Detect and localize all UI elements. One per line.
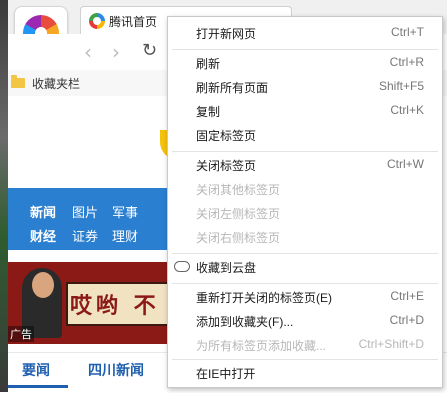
menu-item-label: 固定标签页 [196,129,257,143]
menu-item-add-to-favorites[interactable]: 添加到收藏夹(F)... Ctrl+D [168,309,442,333]
menu-separator [172,151,438,152]
menu-separator [172,253,438,254]
reload-icon[interactable]: ↻ [142,40,157,61]
nav-link[interactable]: 军事 [112,202,138,221]
back-icon[interactable]: ‹ [84,40,92,64]
menu-item-refresh-all[interactable]: 刷新所有页面 Shift+F5 [168,75,442,99]
folder-icon [11,75,25,88]
tab-title: 腾讯首页 [109,15,158,29]
menu-item-close-left-tabs: 关闭左侧标签页 [168,201,442,225]
menu-separator [172,359,438,360]
menu-item-shortcut: Shift+F5 [378,79,424,93]
menu-item-shortcut: Ctrl+R [389,55,424,69]
menu-separator [172,49,438,50]
menu-item-close-right-tabs: 关闭右侧标签页 [168,225,442,249]
menu-item-label: 刷新 [196,57,221,71]
menu-item-label: 打开新网页 [196,27,257,41]
menu-item-copy[interactable]: 复制 Ctrl+K [168,99,442,123]
nav-link[interactable]: 理财 [112,226,138,245]
menu-item-refresh[interactable]: 刷新 Ctrl+R [168,51,442,75]
active-tab-underline [8,385,68,388]
menu-item-save-to-cloud[interactable]: 收藏到云盘 [168,255,442,279]
qq-favicon-icon [89,13,105,29]
menu-item-pin-tab[interactable]: 固定标签页 [168,123,442,147]
tab-top-news[interactable]: 要闻 [22,360,50,380]
window-left-edge [0,0,8,392]
tab-sichuan-news[interactable]: 四川新闻 [88,360,144,380]
menu-item-shortcut: Ctrl+D [389,313,424,327]
menu-item-label: 关闭其他标签页 [196,183,281,197]
bookmarks-bar-label[interactable]: 收藏夹栏 [32,75,80,92]
menu-item-close-tab[interactable]: 关闭标签页 Ctrl+W [168,153,442,177]
nav-link[interactable]: 证券 [72,226,98,245]
menu-item-label: 添加到收藏夹(F)... [196,315,294,329]
menu-separator [172,283,438,284]
menu-item-bookmark-all-tabs: 为所有标签页添加收藏... Ctrl+Shift+D [168,333,442,357]
menu-item-label: 在IE中打开 [196,367,256,381]
menu-item-open-new-page[interactable]: 打开新网页 Ctrl+T [168,21,442,45]
menu-item-label: 关闭右侧标签页 [196,231,281,245]
nav-link[interactable]: 新闻 [30,202,56,221]
menu-item-label: 关闭左侧标签页 [196,207,281,221]
tab-context-menu: 打开新网页 Ctrl+T 刷新 Ctrl+R 刷新所有页面 Shift+F5 复… [167,16,443,388]
menu-item-shortcut: Ctrl+T [391,25,424,39]
ad-label: 广告 [8,326,34,342]
menu-item-label: 关闭标签页 [196,159,257,173]
menu-item-reopen-closed-tab[interactable]: 重新打开关闭的标签页(E) Ctrl+E [168,285,442,309]
person-face [32,272,54,298]
banner-text: 哎哟 不 [70,293,160,319]
menu-item-shortcut: Ctrl+Shift+D [358,337,424,351]
menu-item-shortcut: Ctrl+K [390,103,424,117]
menu-item-label: 重新打开关闭的标签页(E) [196,291,332,305]
menu-item-label: 复制 [196,105,221,119]
menu-item-close-other-tabs: 关闭其他标签页 [168,177,442,201]
nav-link[interactable]: 财经 [30,226,56,245]
menu-item-label: 收藏到云盘 [196,261,257,275]
forward-icon[interactable]: › [112,40,120,64]
news-nav: 新闻 图片 军事 财经 证券 理财 [8,188,168,250]
menu-item-open-in-ie[interactable]: 在IE中打开 [168,361,442,385]
menu-item-label: 为所有标签页添加收藏... [196,339,327,353]
nav-link[interactable]: 图片 [72,202,98,221]
menu-item-shortcut: Ctrl+W [387,157,424,171]
cloud-icon [174,261,190,272]
menu-item-shortcut: Ctrl+E [390,289,424,303]
menu-item-label: 刷新所有页面 [196,81,269,95]
